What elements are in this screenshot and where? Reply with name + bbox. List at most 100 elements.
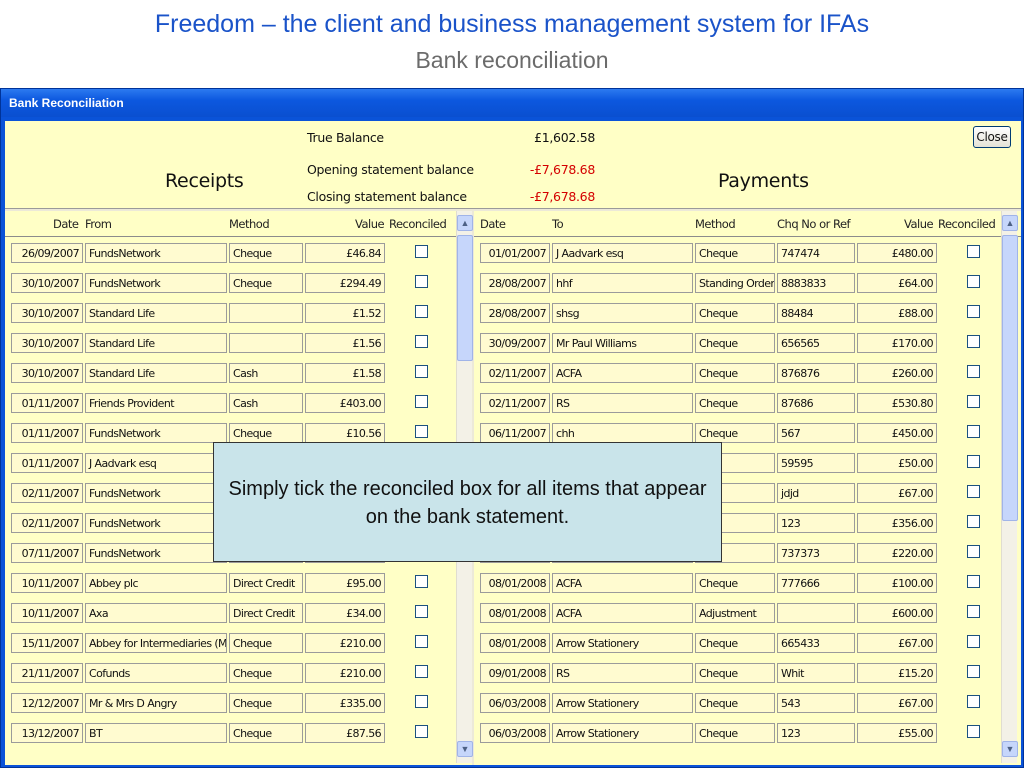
receipt-method-cell[interactable]: Cheque <box>229 693 303 713</box>
scroll-up-arrow-icon[interactable]: ▲ <box>457 215 473 231</box>
reconciled-checkbox[interactable] <box>967 695 980 708</box>
receipt-from-cell[interactable]: Abbey plc <box>85 573 227 593</box>
payment-value-cell[interactable]: £260.00 <box>857 363 937 383</box>
payment-method-cell[interactable]: Cheque <box>695 423 775 443</box>
receipt-date-cell[interactable]: 30/10/2007 <box>11 333 83 353</box>
receipt-method-cell[interactable]: Cheque <box>229 423 303 443</box>
receipt-method-cell[interactable]: Direct Credit <box>229 573 303 593</box>
reconciled-checkbox[interactable] <box>415 425 428 438</box>
reconciled-checkbox[interactable] <box>415 335 428 348</box>
payment-method-cell[interactable]: Cheque <box>695 243 775 263</box>
receipt-value-cell[interactable]: £403.00 <box>305 393 385 413</box>
payment-method-cell[interactable]: Cheque <box>695 393 775 413</box>
reconciled-checkbox[interactable] <box>415 665 428 678</box>
receipt-value-cell[interactable]: £294.49 <box>305 273 385 293</box>
payment-method-cell[interactable]: Cheque <box>695 363 775 383</box>
payment-value-cell[interactable]: £50.00 <box>857 453 937 473</box>
receipts-scroll-thumb[interactable] <box>457 235 473 361</box>
receipts-col-method[interactable]: Method <box>229 217 270 231</box>
receipts-col-from[interactable]: From <box>85 217 112 231</box>
receipt-method-cell[interactable]: Direct Credit <box>229 603 303 623</box>
payment-to-cell[interactable]: Arrow Stationery <box>552 633 693 653</box>
payment-value-cell[interactable]: £600.00 <box>857 603 937 623</box>
payment-ref-cell[interactable]: 737373 <box>777 543 855 563</box>
receipt-from-cell[interactable]: Cofunds <box>85 663 227 683</box>
receipt-value-cell[interactable]: £210.00 <box>305 633 385 653</box>
receipt-date-cell[interactable]: 02/11/2007 <box>11 483 83 503</box>
receipt-value-cell[interactable]: £335.00 <box>305 693 385 713</box>
receipt-value-cell[interactable]: £10.56 <box>305 423 385 443</box>
receipt-from-cell[interactable]: FundsNetwork <box>85 513 227 533</box>
receipt-method-cell[interactable]: Cheque <box>229 663 303 683</box>
payment-to-cell[interactable]: Mr Paul Williams <box>552 333 693 353</box>
receipts-col-reconciled[interactable]: Reconciled <box>389 217 447 231</box>
payment-to-cell[interactable]: hhf <box>552 273 693 293</box>
reconciled-checkbox[interactable] <box>415 395 428 408</box>
payment-value-cell[interactable]: £220.00 <box>857 543 937 563</box>
receipt-value-cell[interactable]: £46.84 <box>305 243 385 263</box>
reconciled-checkbox[interactable] <box>415 725 428 738</box>
receipt-method-cell[interactable]: Cash <box>229 363 303 383</box>
payment-date-cell[interactable]: 02/11/2007 <box>480 393 550 413</box>
receipt-from-cell[interactable]: Standard Life <box>85 303 227 323</box>
receipt-value-cell[interactable]: £1.56 <box>305 333 385 353</box>
payments-scrollbar[interactable]: ▲ ▼ <box>1001 211 1018 763</box>
payment-method-cell[interactable]: Cheque <box>695 663 775 683</box>
payment-date-cell[interactable]: 01/01/2007 <box>480 243 550 263</box>
receipt-value-cell[interactable]: £1.58 <box>305 363 385 383</box>
payment-value-cell[interactable]: £450.00 <box>857 423 937 443</box>
payment-date-cell[interactable]: 30/09/2007 <box>480 333 550 353</box>
receipt-from-cell[interactable]: BT <box>85 723 227 743</box>
receipt-date-cell[interactable]: 26/09/2007 <box>11 243 83 263</box>
payments-col-date[interactable]: Date <box>480 217 506 231</box>
receipt-from-cell[interactable]: FundsNetwork <box>85 273 227 293</box>
payment-date-cell[interactable]: 08/01/2008 <box>480 633 550 653</box>
payment-method-cell[interactable]: Cheque <box>695 303 775 323</box>
close-button[interactable]: Close <box>973 126 1011 148</box>
receipt-date-cell[interactable]: 15/11/2007 <box>11 633 83 653</box>
receipt-date-cell[interactable]: 01/11/2007 <box>11 453 83 473</box>
reconciled-checkbox[interactable] <box>967 245 980 258</box>
reconciled-checkbox[interactable] <box>967 395 980 408</box>
payment-date-cell[interactable]: 06/03/2008 <box>480 723 550 743</box>
payment-method-cell[interactable]: Cheque <box>695 723 775 743</box>
payment-method-cell[interactable]: Cheque <box>695 333 775 353</box>
payment-date-cell[interactable]: 06/11/2007 <box>480 423 550 443</box>
payment-ref-cell[interactable]: Whit <box>777 663 855 683</box>
reconciled-checkbox[interactable] <box>415 245 428 258</box>
receipt-date-cell[interactable]: 10/11/2007 <box>11 573 83 593</box>
payment-ref-cell[interactable]: jdjd <box>777 483 855 503</box>
reconciled-checkbox[interactable] <box>967 275 980 288</box>
reconciled-checkbox[interactable] <box>967 515 980 528</box>
payment-method-cell[interactable]: Cheque <box>695 633 775 653</box>
reconciled-checkbox[interactable] <box>967 605 980 618</box>
payment-ref-cell[interactable]: 123 <box>777 513 855 533</box>
scroll-up-arrow-icon[interactable]: ▲ <box>1002 215 1018 231</box>
payment-value-cell[interactable]: £170.00 <box>857 333 937 353</box>
receipts-col-date[interactable]: Date <box>53 217 79 231</box>
payment-date-cell[interactable]: 02/11/2007 <box>480 363 550 383</box>
reconciled-checkbox[interactable] <box>415 635 428 648</box>
receipt-from-cell[interactable]: Axa <box>85 603 227 623</box>
scroll-down-arrow-icon[interactable]: ▼ <box>1002 741 1018 757</box>
reconciled-checkbox[interactable] <box>967 425 980 438</box>
receipt-date-cell[interactable]: 01/11/2007 <box>11 393 83 413</box>
window-titlebar[interactable]: Bank Reconciliation <box>1 89 1023 117</box>
payment-value-cell[interactable]: £15.20 <box>857 663 937 683</box>
receipt-from-cell[interactable]: Friends Provident <box>85 393 227 413</box>
receipt-from-cell[interactable]: Standard Life <box>85 333 227 353</box>
payment-method-cell[interactable]: Cheque <box>695 693 775 713</box>
payment-ref-cell[interactable]: 747474 <box>777 243 855 263</box>
receipt-value-cell[interactable]: £210.00 <box>305 663 385 683</box>
reconciled-checkbox[interactable] <box>967 335 980 348</box>
receipt-method-cell[interactable] <box>229 333 303 353</box>
payment-method-cell[interactable]: Cheque <box>695 573 775 593</box>
reconciled-checkbox[interactable] <box>967 575 980 588</box>
receipt-date-cell[interactable]: 21/11/2007 <box>11 663 83 683</box>
payment-ref-cell[interactable]: 656565 <box>777 333 855 353</box>
receipt-date-cell[interactable]: 02/11/2007 <box>11 513 83 533</box>
payment-ref-cell[interactable]: 567 <box>777 423 855 443</box>
payment-ref-cell[interactable]: 777666 <box>777 573 855 593</box>
payment-to-cell[interactable]: RS <box>552 663 693 683</box>
receipt-date-cell[interactable]: 12/12/2007 <box>11 693 83 713</box>
